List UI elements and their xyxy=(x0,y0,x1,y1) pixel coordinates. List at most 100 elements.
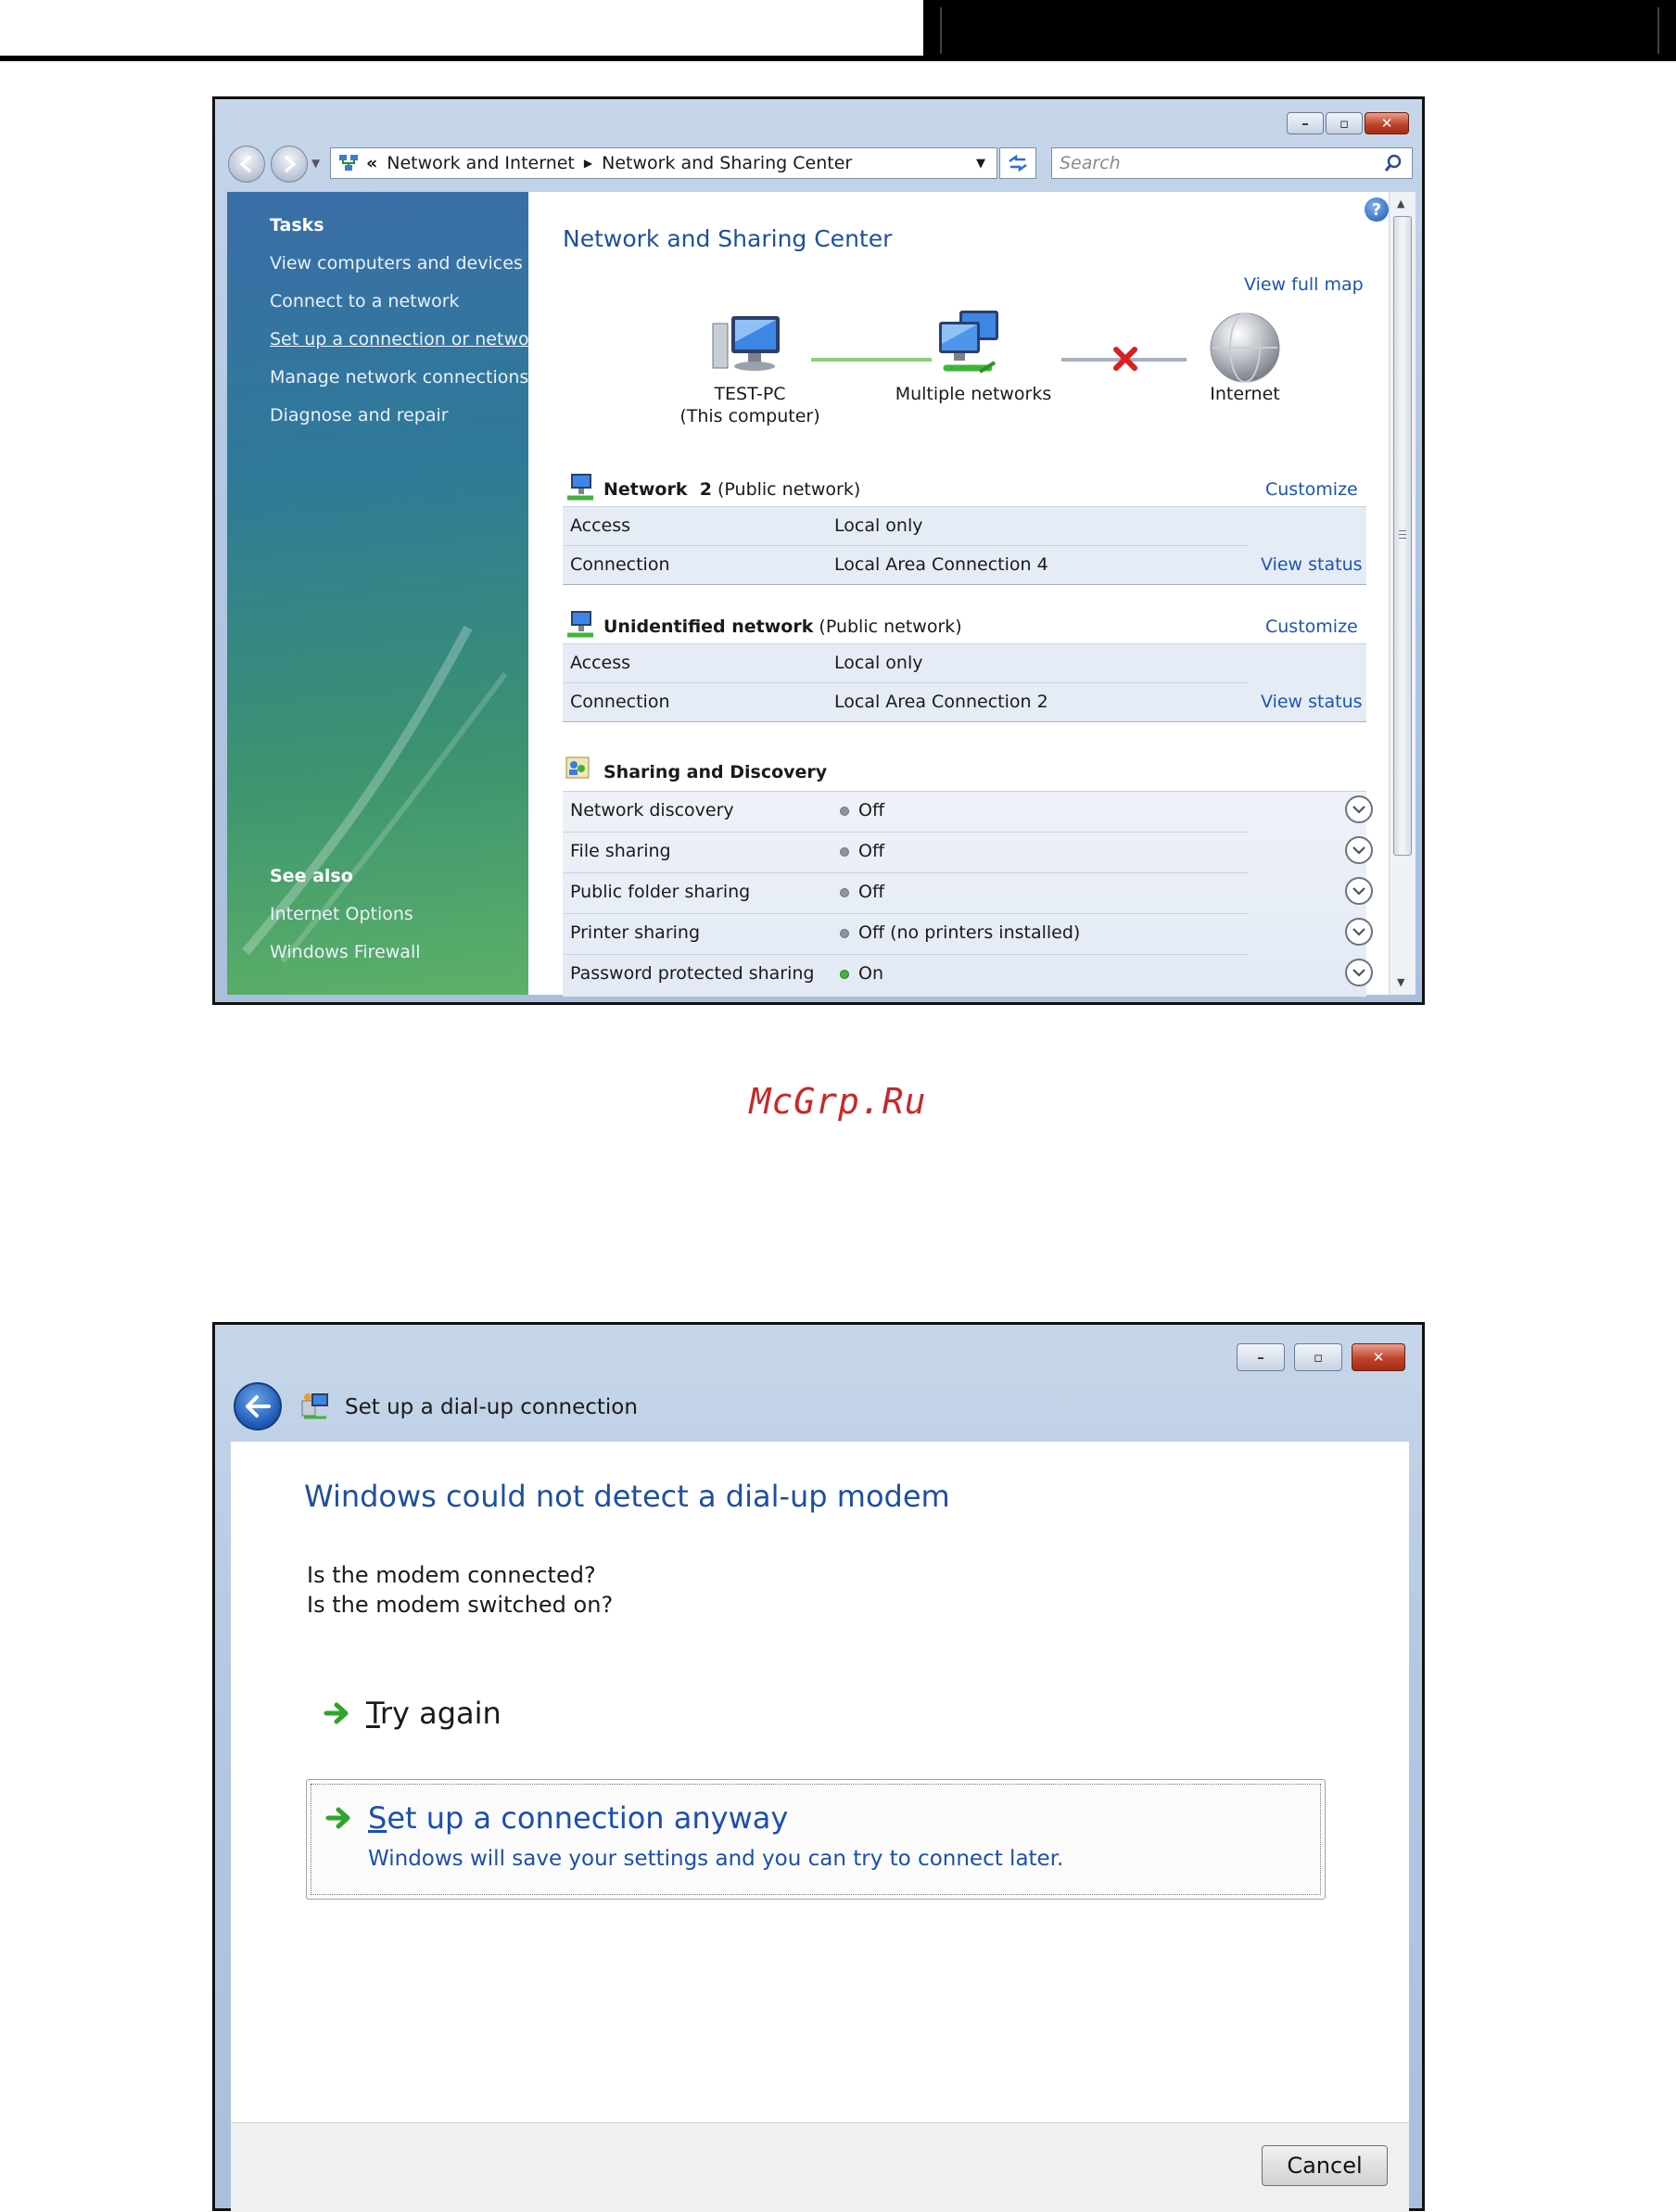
close-icon: ✕ xyxy=(1380,115,1393,132)
file-sharing-status: Off xyxy=(858,841,885,861)
maximize-icon: ▫ xyxy=(1313,1349,1324,1366)
chevron-down-icon xyxy=(1352,928,1365,936)
link-windows-firewall[interactable]: Windows Firewall xyxy=(270,942,421,962)
link-internet-options[interactable]: Internet Options xyxy=(270,904,413,924)
network-1-divider-bottom xyxy=(563,584,1366,585)
expand-public-folder-sharing-button[interactable] xyxy=(1345,877,1373,905)
status-off-icon xyxy=(840,928,849,938)
view-full-map-link[interactable]: View full map xyxy=(1244,274,1364,295)
task-view-computers[interactable]: View computers and devices xyxy=(270,253,523,273)
address-dropdown-icon[interactable]: ▼ xyxy=(976,157,985,171)
back-button[interactable] xyxy=(234,1382,282,1430)
setup-anyway-mnemonic: S xyxy=(368,1800,387,1836)
dialup-connection-window: – ▫ ✕ Set up a dial-up connection Window… xyxy=(212,1322,1425,2212)
try-again-command-link[interactable]: Try again xyxy=(324,1692,502,1735)
setup-anyway-label: et up a connection anyway xyxy=(387,1800,789,1836)
expand-printer-sharing-button[interactable] xyxy=(1345,918,1373,946)
sharing-row-label: Network discovery xyxy=(570,800,734,820)
scroll-up-arrow-icon[interactable]: ▲ xyxy=(1397,197,1404,210)
back-nav-button[interactable] xyxy=(228,146,265,183)
help-button[interactable]: ? xyxy=(1365,197,1389,222)
search-icon[interactable] xyxy=(1384,154,1403,172)
address-overflow-chevrons[interactable]: « xyxy=(366,153,377,173)
printer-sharing-status: Off (no printers installed) xyxy=(858,922,1081,943)
network-2-customize-link[interactable]: Customize xyxy=(1265,617,1358,637)
green-arrow-icon xyxy=(325,1807,350,1829)
chevron-down-icon xyxy=(1352,806,1365,814)
window-caption-buttons: – ▫ ✕ xyxy=(1237,1343,1405,1371)
network-2-connection-value: Local Area Connection 2 xyxy=(834,692,1048,712)
maximize-icon: ▫ xyxy=(1339,115,1350,132)
breadcrumb-separator-icon[interactable]: ▶ xyxy=(584,157,592,170)
address-bar[interactable]: « Network and Internet ▶ Network and Sha… xyxy=(330,147,997,179)
network-1-access-label: Access xyxy=(570,515,631,536)
breadcrumb-network-sharing-center[interactable]: Network and Sharing Center xyxy=(602,153,852,173)
chevron-down-icon xyxy=(1352,969,1365,977)
network-discovery-status: Off xyxy=(858,800,885,820)
multiple-networks-label: Multiple networks xyxy=(895,384,1052,404)
network-1-access-value: Local only xyxy=(834,515,923,536)
multiple-networks-icon[interactable] xyxy=(933,311,1009,385)
expand-network-discovery-button[interactable] xyxy=(1345,795,1373,823)
search-box[interactable]: Search xyxy=(1051,147,1413,179)
status-off-icon xyxy=(840,887,849,897)
dialup-wizard-icon xyxy=(300,1392,330,1423)
network-2-type: (Public network) xyxy=(819,617,962,637)
expand-password-protected-sharing-button[interactable] xyxy=(1345,959,1373,986)
setup-anyway-command-link[interactable]: Set up a connection anyway Windows will … xyxy=(306,1779,1326,1900)
sharing-divider-3 xyxy=(563,913,1249,914)
task-set-up-connection[interactable]: Set up a connection or network xyxy=(270,329,546,350)
sharing-row-value: Off xyxy=(840,882,884,902)
minimize-button[interactable]: – xyxy=(1237,1343,1285,1371)
disconnected-x-icon[interactable] xyxy=(1112,346,1138,375)
recent-pages-chevron-icon[interactable]: ▼ xyxy=(311,157,320,170)
maximize-button[interactable]: ▫ xyxy=(1294,1343,1342,1371)
network-2-access-label: Access xyxy=(570,653,631,673)
help-icon: ? xyxy=(1371,199,1382,220)
main-content: Network and Sharing Center ? View full m… xyxy=(528,192,1416,997)
scrollbar-thumb[interactable] xyxy=(1393,216,1412,856)
search-placeholder: Search xyxy=(1060,153,1121,173)
green-arrow-icon xyxy=(324,1702,349,1724)
sharing-row-value: Off xyxy=(840,800,884,820)
network-2-divider-mid xyxy=(563,682,1249,683)
breadcrumb-network-and-internet[interactable]: Network and Internet xyxy=(387,153,575,173)
network-2-divider-bottom xyxy=(563,721,1366,722)
forward-nav-button[interactable] xyxy=(271,146,308,183)
cancel-button[interactable]: Cancel xyxy=(1262,2145,1388,2186)
scroll-down-arrow-icon[interactable]: ▼ xyxy=(1397,976,1404,988)
window-caption-buttons: – ▫ ✕ xyxy=(1287,112,1409,134)
vertical-scrollbar[interactable]: ▲ ▼ xyxy=(1389,192,1416,995)
network-1-name: Network 2 xyxy=(603,479,712,500)
network-1-header: Network 2 (Public network) xyxy=(603,479,860,500)
task-connect-to-network[interactable]: Connect to a network xyxy=(270,291,460,311)
task-diagnose-repair[interactable]: Diagnose and repair xyxy=(270,405,449,426)
network-1-type: (Public network) xyxy=(717,479,861,500)
internet-label: Internet xyxy=(1210,384,1280,404)
minimize-icon: – xyxy=(1257,1349,1264,1366)
sharing-divider-1 xyxy=(563,832,1249,833)
close-button[interactable]: ✕ xyxy=(1365,112,1409,134)
question-modem-connected: Is the modem connected? xyxy=(307,1562,596,1588)
wizard-content: Windows could not detect a dial-up modem… xyxy=(231,1442,1409,2122)
network-2-access-value: Local only xyxy=(834,653,923,673)
refresh-icon xyxy=(1009,154,1027,172)
computer-icon[interactable] xyxy=(711,314,785,383)
maximize-button[interactable]: ▫ xyxy=(1326,112,1363,134)
task-manage-connections[interactable]: Manage network connections xyxy=(270,367,528,388)
network-2-name: Unidentified network xyxy=(603,617,814,637)
close-button[interactable]: ✕ xyxy=(1352,1343,1405,1371)
minimize-button[interactable]: – xyxy=(1287,112,1324,134)
network-1-customize-link[interactable]: Customize xyxy=(1265,479,1358,500)
expand-file-sharing-button[interactable] xyxy=(1345,836,1373,864)
internet-globe-icon[interactable] xyxy=(1208,311,1282,388)
refresh-button[interactable] xyxy=(999,147,1036,179)
back-arrow-icon xyxy=(239,155,251,173)
wizard-footer: Cancel xyxy=(231,2122,1409,2212)
computer-subtitle: (This computer) xyxy=(679,406,820,426)
network-1-view-status-link[interactable]: View status xyxy=(1261,554,1363,575)
see-also-heading: See also xyxy=(270,866,353,886)
sharing-row-label: Public folder sharing xyxy=(570,882,751,902)
page-title: Network and Sharing Center xyxy=(563,225,893,252)
network-2-view-status-link[interactable]: View status xyxy=(1261,692,1363,712)
